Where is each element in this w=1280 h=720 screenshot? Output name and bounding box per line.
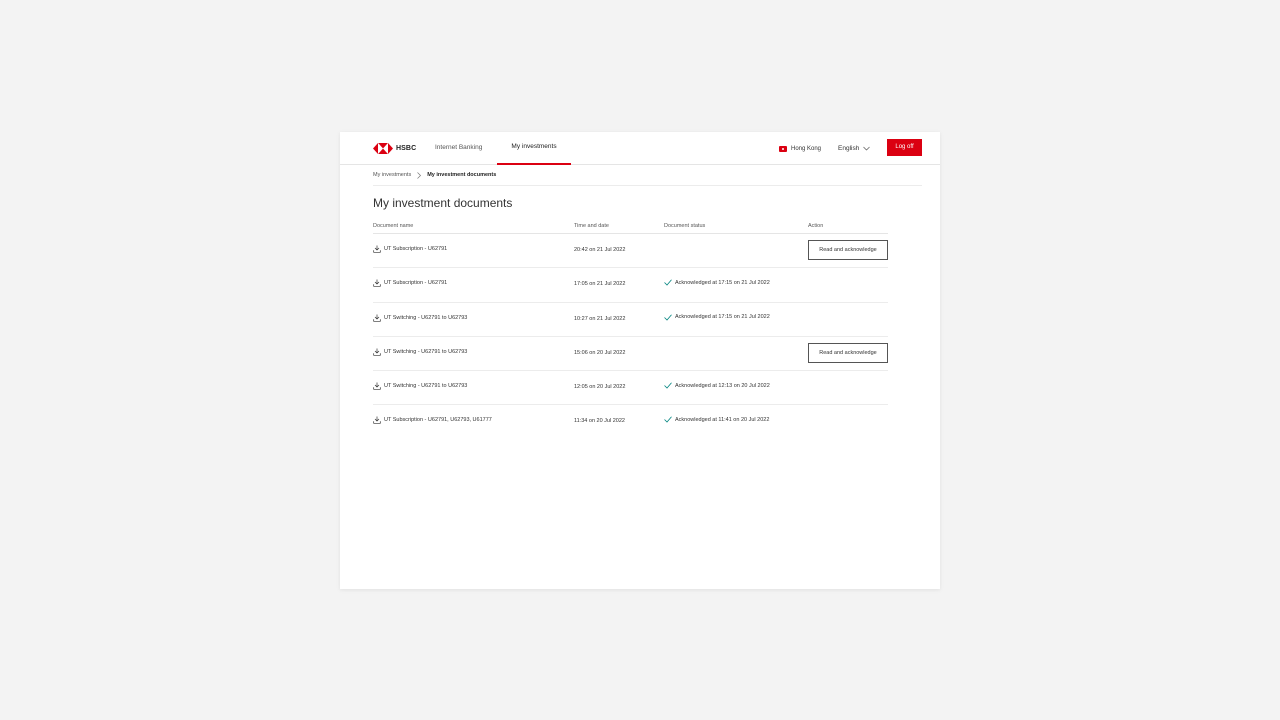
table-row: UT Subscription - U62791 17:05 on 21 Jul…: [373, 268, 888, 303]
document-name: UT Switching - U62791 to U62793: [384, 314, 468, 321]
header-action: Action: [808, 223, 824, 229]
header-document-status: Document status: [664, 223, 706, 229]
document-time: 17:05 on 21 Jul 2022: [574, 281, 626, 288]
document-status: Acknowledged at 17:15 on 21 Jul 2022: [664, 314, 770, 321]
top-header: HSBC Internet Banking My investments Hon…: [340, 132, 940, 165]
document-name: UT Switching - U62791 to U62793: [384, 383, 468, 390]
hsbc-logo[interactable]: HSBC: [373, 142, 416, 155]
download-icon: [373, 382, 381, 390]
header-time-date: Time and date: [574, 223, 609, 229]
download-icon: [373, 348, 381, 356]
download-icon: [373, 416, 381, 425]
document-time: 10:27 on 21 Jul 2022: [574, 315, 626, 322]
brand-name: HSBC: [396, 145, 417, 152]
document-link[interactable]: UT Switching - U62791 to U62793: [373, 348, 467, 356]
document-name: UT Subscription - U62791, U62793, U61777: [384, 417, 492, 424]
status-text: Acknowledged at 11:41 on 20 Jul 2022: [675, 416, 770, 423]
table-row: UT Switching - U62791 to U62793 10:27 on…: [373, 303, 888, 337]
region-label: Hong Kong: [791, 145, 822, 152]
document-status: Acknowledged at 12:13 on 20 Jul 2022: [664, 382, 770, 389]
breadcrumb: My investments My investment documents: [373, 172, 922, 186]
table-row: UT Subscription - U62791, U62793, U61777…: [373, 405, 888, 439]
document-link[interactable]: UT Subscription - U62791, U62793, U61777: [373, 416, 492, 425]
document-status: Acknowledged at 11:41 on 20 Jul 2022: [664, 416, 770, 424]
document-time: 12:05 on 20 Jul 2022: [574, 384, 626, 391]
document-link[interactable]: UT Switching - U62791 to U62793: [373, 314, 467, 322]
language-label: English: [838, 145, 860, 152]
nav-internet-banking[interactable]: Internet Banking: [435, 132, 482, 165]
download-icon: [373, 245, 381, 253]
document-link[interactable]: UT Switching - U62791 to U62793: [373, 382, 467, 390]
chevron-right-icon: [417, 172, 422, 179]
table-row: UT Switching - U62791 to U62793 15:06 on…: [373, 337, 888, 372]
hsbc-hexagon-icon: [373, 143, 393, 154]
hong-kong-flag-icon: [779, 145, 787, 152]
language-selector[interactable]: English: [838, 144, 871, 153]
region-selector[interactable]: Hong Kong: [779, 144, 821, 153]
document-time: 11:34 on 20 Jul 2022: [574, 418, 625, 425]
check-icon: [664, 417, 672, 424]
table-row: UT Switching - U62791 to U62793 12:05 on…: [373, 371, 888, 406]
nav-my-investments[interactable]: My investments: [497, 132, 571, 165]
document-link[interactable]: UT Subscription - U62791: [373, 245, 447, 253]
download-icon: [373, 279, 381, 287]
document-time: 20:42 on 21 Jul 2022: [574, 247, 626, 253]
document-link[interactable]: UT Subscription - U62791: [373, 279, 447, 287]
document-time: 15:06 on 20 Jul 2022: [574, 349, 626, 356]
page-title: My investment documents: [373, 196, 513, 210]
check-icon: [664, 279, 672, 286]
check-icon: [664, 382, 672, 389]
download-icon: [373, 314, 381, 322]
check-icon: [664, 314, 672, 321]
read-and-acknowledge-button[interactable]: Read and acknowledge: [808, 342, 888, 363]
header-document-name: Document name: [373, 223, 414, 229]
document-name: UT Subscription - U62791: [384, 246, 448, 252]
status-text: Acknowledged at 12:13 on 20 Jul 2022: [675, 382, 770, 389]
status-text: Acknowledged at 17:15 on 21 Jul 2022: [675, 314, 770, 321]
status-text: Acknowledged at 17:15 on 21 Jul 2022: [675, 279, 770, 286]
breadcrumb-my-investments[interactable]: My investments: [373, 172, 411, 178]
read-and-acknowledge-button[interactable]: Read and acknowledge: [808, 240, 888, 260]
table-header: Document name Time and date Document sta…: [373, 223, 888, 234]
documents-panel: HSBC Internet Banking My investments Hon…: [340, 132, 940, 589]
document-status: Acknowledged at 17:15 on 21 Jul 2022: [664, 279, 770, 286]
documents-table: Document name Time and date Document sta…: [373, 223, 888, 440]
breadcrumb-current: My investment documents: [427, 172, 497, 178]
document-name: UT Subscription - U62791: [384, 280, 448, 287]
chevron-down-icon: [863, 146, 871, 151]
table-row: UT Subscription - U62791 20:42 on 21 Jul…: [373, 234, 888, 269]
log-off-button[interactable]: Log off: [887, 139, 922, 156]
document-name: UT Switching - U62791 to U62793: [384, 348, 468, 355]
